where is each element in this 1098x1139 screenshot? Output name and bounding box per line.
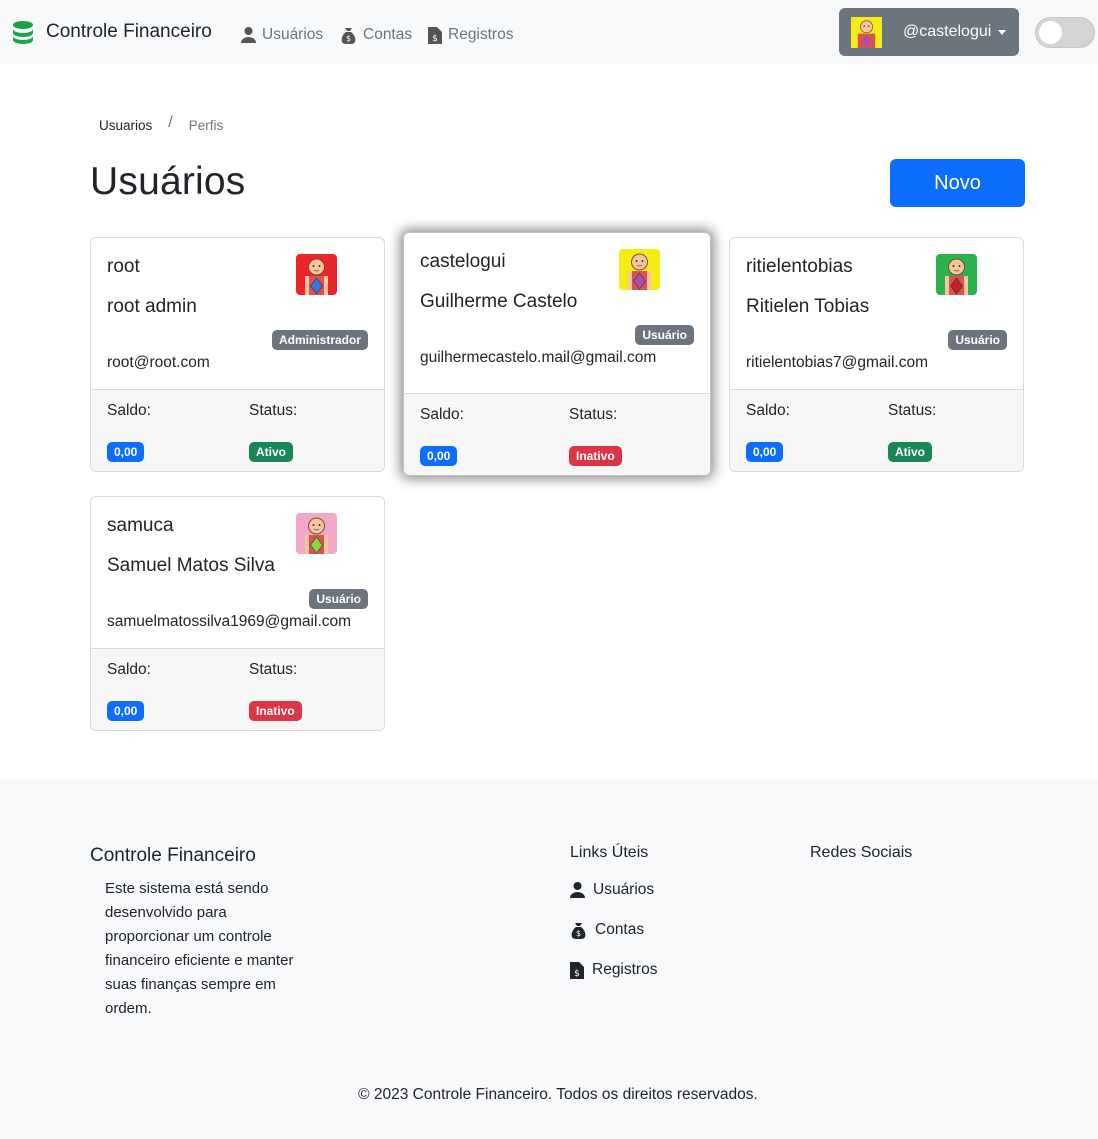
- nav-item-registros[interactable]: $ Registros: [428, 26, 513, 44]
- receipt-icon: $: [570, 961, 584, 979]
- card-footer: Saldo: Status: 0,00 Inativo: [91, 648, 384, 730]
- card-footer: Saldo: Status: 0,00 Inativo: [404, 393, 710, 475]
- svg-text:$: $: [346, 34, 351, 43]
- user-menu-button[interactable]: @castelogui: [839, 8, 1019, 56]
- card-email: samuelmatossilva1969@gmail.com: [107, 613, 352, 630]
- footer-link-label: Contas: [595, 921, 645, 938]
- user-card[interactable]: root root admin Administrador root@root.…: [90, 237, 385, 472]
- card-fullname: Samuel Matos Silva: [107, 555, 275, 576]
- footer-description: Este sistema está sendo desenvolvido par…: [105, 880, 294, 1017]
- footer-link-label: Usuários: [593, 881, 655, 898]
- nav-item-label: Registros: [448, 26, 514, 43]
- avatar: [619, 249, 660, 290]
- status-label: Status:: [888, 402, 937, 419]
- money-bag-icon: $: [341, 27, 356, 44]
- status-badge: Inativo: [569, 446, 622, 466]
- card-email: guilhermecastelo.mail@gmail.com: [420, 349, 657, 366]
- footer-social-title: Redes Sociais: [810, 844, 913, 861]
- nav-item-label: Usuários: [262, 26, 324, 43]
- saldo-label: Saldo:: [420, 406, 464, 423]
- card-username: ritielentobias: [746, 256, 853, 277]
- username-label: @castelogui: [903, 23, 992, 40]
- toggle-knob: [1039, 21, 1062, 44]
- card-fullname: Ritielen Tobias: [746, 296, 870, 317]
- saldo-label: Saldo:: [107, 661, 151, 678]
- footer-link-registros[interactable]: $ Registros: [570, 961, 657, 979]
- nav-item-usuarios[interactable]: Usuários: [241, 26, 323, 44]
- money-bag-icon: $: [571, 922, 586, 939]
- nav-item-label: Contas: [363, 26, 413, 43]
- page-title: Usuários: [90, 160, 246, 203]
- new-user-button[interactable]: Novo: [890, 159, 1025, 207]
- receipt-icon: $: [428, 26, 442, 44]
- svg-text:$: $: [574, 969, 580, 979]
- saldo-badge: 0,00: [420, 446, 458, 466]
- status-label: Status:: [249, 661, 298, 678]
- card-username: castelogui: [420, 251, 506, 272]
- footer-brand: Controle Financeiro: [90, 845, 256, 866]
- user-card[interactable]: ritielentobias Ritielen Tobias Usuário r…: [729, 237, 1024, 472]
- card-footer: Saldo: Status: 0,00 Ativo: [91, 389, 384, 471]
- navbar: Controle Financeiro Usuários $ Contas $ …: [0, 0, 1098, 64]
- footer-links-title: Links Úteis: [570, 844, 649, 861]
- avatar: [936, 254, 977, 295]
- coins-icon: [13, 21, 33, 44]
- breadcrumb-home[interactable]: Usuarios: [99, 118, 152, 133]
- card-fullname: Guilherme Castelo: [420, 291, 578, 312]
- card-email: ritielentobias7@gmail.com: [746, 354, 929, 371]
- status-badge: Inativo: [249, 701, 302, 721]
- role-badge: Administrador: [271, 330, 368, 350]
- saldo-badge: 0,00: [746, 442, 784, 462]
- copyright: © 2023 Controle Financeiro. Todos os dir…: [358, 1086, 758, 1103]
- theme-toggle[interactable]: [1035, 17, 1095, 48]
- saldo-label: Saldo:: [107, 402, 151, 419]
- breadcrumb: Usuarios / Perfis: [99, 114, 224, 133]
- saldo-badge: 0,00: [107, 701, 145, 721]
- avatar: [851, 16, 882, 48]
- navbar-brand[interactable]: Controle Financeiro: [12, 20, 212, 44]
- saldo-badge: 0,00: [107, 442, 145, 462]
- role-badge: Usuário: [309, 589, 368, 609]
- status-badge: Ativo: [888, 442, 932, 462]
- nav-item-contas[interactable]: $ Contas: [340, 26, 412, 44]
- role-badge: Usuário: [948, 330, 1007, 350]
- user-card[interactable]: castelogui Guilherme Castelo Usuário gui…: [403, 232, 711, 476]
- footer-link-label: Registros: [592, 961, 658, 978]
- footer-link-contas[interactable]: $ Contas: [570, 921, 644, 939]
- breadcrumb-active: Perfis: [188, 118, 224, 133]
- chevron-down-icon: [998, 29, 1007, 35]
- status-label: Status:: [569, 406, 618, 423]
- role-badge: Usuário: [635, 325, 694, 345]
- brand-text: Controle Financeiro: [46, 21, 212, 42]
- site-footer: Controle Financeiro Este sistema está se…: [0, 779, 1098, 1139]
- status-badge: Ativo: [249, 442, 293, 462]
- card-footer: Saldo: Status: 0,00 Ativo: [730, 389, 1023, 471]
- saldo-label: Saldo:: [746, 402, 790, 419]
- svg-text:$: $: [576, 929, 581, 938]
- user-icon: [570, 882, 585, 898]
- footer-link-usuarios[interactable]: Usuários: [570, 881, 654, 899]
- card-username: samuca: [107, 515, 174, 536]
- breadcrumb-separator: /: [168, 114, 173, 131]
- user-icon: [241, 27, 256, 43]
- avatar: [296, 254, 337, 295]
- svg-text:$: $: [432, 34, 438, 44]
- user-card[interactable]: samuca Samuel Matos Silva Usuário samuel…: [90, 496, 385, 731]
- status-label: Status:: [249, 402, 298, 419]
- card-fullname: root admin: [107, 296, 197, 317]
- avatar: [296, 513, 337, 554]
- card-username: root: [107, 256, 140, 277]
- card-email: root@root.com: [107, 354, 210, 371]
